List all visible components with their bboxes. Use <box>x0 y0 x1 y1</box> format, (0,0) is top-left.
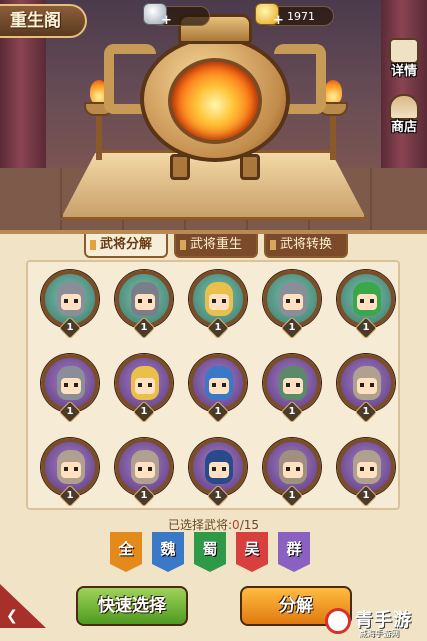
hero-card[interactable]: 1 <box>334 438 398 508</box>
details-button[interactable]: 详情 <box>385 38 423 84</box>
hero-level: 1 <box>140 406 148 417</box>
hero-level: 1 <box>362 490 370 501</box>
hero-card[interactable]: 1 <box>112 354 176 424</box>
hero-card[interactable]: 1 <box>112 438 176 508</box>
hero-level: 1 <box>214 490 222 501</box>
hero-level: 1 <box>66 322 74 333</box>
add-gold-button[interactable]: + <box>273 14 284 27</box>
hero-card[interactable]: 1 <box>260 438 324 508</box>
hero-card[interactable]: 1 <box>260 354 324 424</box>
selected-total: /15 <box>239 518 259 532</box>
rebirth-cauldron <box>104 14 326 184</box>
hero-level: 1 <box>66 406 74 417</box>
hero-card[interactable]: 1 <box>186 438 250 508</box>
hero-level: 1 <box>362 322 370 333</box>
hero-level: 1 <box>288 322 296 333</box>
hero-level: 1 <box>288 490 296 501</box>
gold-currency: + 1971 <box>255 3 334 27</box>
shop-icon <box>389 94 419 120</box>
silver-currency: + <box>143 3 210 27</box>
selected-number: 0 <box>232 518 240 532</box>
hero-level: 1 <box>362 406 370 417</box>
hero-level: 1 <box>66 490 74 501</box>
back-button[interactable]: ❮ <box>0 584 46 628</box>
back-arrow-icon: ❮ <box>6 608 18 624</box>
hero-card[interactable]: 1 <box>38 354 102 424</box>
cauldron-fire <box>168 58 262 144</box>
scroll-icon <box>389 38 419 64</box>
hero-level: 1 <box>140 490 148 501</box>
tab-convert[interactable]: 武将转换 <box>264 234 348 258</box>
faction-wu-button[interactable]: 吴 <box>236 532 268 572</box>
hero-card[interactable]: 1 <box>38 270 102 340</box>
quick-select-button[interactable]: 快速选择 <box>76 586 188 626</box>
page-title: 重生阁 <box>0 4 87 38</box>
hero-level: 1 <box>214 406 222 417</box>
details-label: 详情 <box>390 64 417 79</box>
hero-card[interactable]: 1 <box>186 270 250 340</box>
hero-level: 1 <box>214 322 222 333</box>
selected-prefix: 已选择武将: <box>168 518 233 532</box>
watermark-mark-icon <box>325 608 351 634</box>
add-silver-button[interactable]: + <box>161 14 172 27</box>
hero-grid: 1 1 1 1 1 1 1 1 1 1 1 1 1 1 1 <box>38 270 398 508</box>
hero-panel: 武将分解 武将重生 武将转换 1 1 1 1 1 1 1 1 1 1 1 1 1 1 1 已选择武将:0/1… <box>0 230 427 641</box>
hero-card[interactable]: 1 <box>112 270 176 340</box>
tab-bar: 武将分解 武将重生 武将转换 <box>84 234 348 260</box>
selected-count: 已选择武将:0/15 <box>0 516 427 533</box>
tab-decompose[interactable]: 武将分解 <box>84 234 168 258</box>
shop-button[interactable]: 商店 <box>385 94 423 140</box>
hero-grid-box: 1 1 1 1 1 1 1 1 1 1 1 1 1 1 1 <box>26 260 400 510</box>
hero-card[interactable]: 1 <box>334 354 398 424</box>
tab-rebirth[interactable]: 武将重生 <box>174 234 258 258</box>
hero-level: 1 <box>140 322 148 333</box>
faction-all-button[interactable]: 全 <box>110 532 142 572</box>
watermark-subtitle: 威海手游网 <box>359 629 399 638</box>
faction-filter: 全 魏 蜀 吴 群 <box>110 532 310 572</box>
hero-card[interactable]: 1 <box>260 270 324 340</box>
faction-shu-button[interactable]: 蜀 <box>194 532 226 572</box>
hero-level: 1 <box>288 406 296 417</box>
shop-label: 商店 <box>390 120 417 135</box>
hero-card[interactable]: 1 <box>334 270 398 340</box>
hero-card[interactable]: 1 <box>38 438 102 508</box>
watermark-logo: 青手游 威海手游网 <box>325 606 425 641</box>
gold-amount: 1971 <box>287 10 315 23</box>
faction-wei-button[interactable]: 魏 <box>152 532 184 572</box>
hero-card[interactable]: 1 <box>186 354 250 424</box>
faction-qun-button[interactable]: 群 <box>278 532 310 572</box>
